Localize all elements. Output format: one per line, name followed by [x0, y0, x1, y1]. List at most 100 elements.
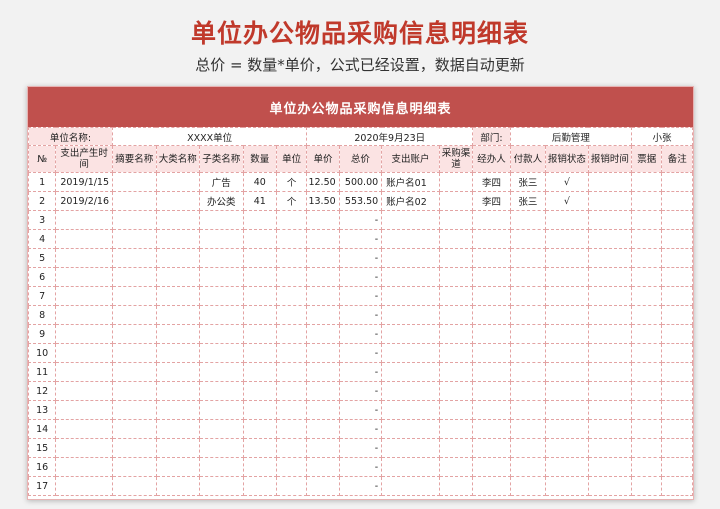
cell-handler[interactable]	[472, 248, 511, 268]
cell-no[interactable]: 2	[28, 191, 57, 211]
cell-channel[interactable]	[438, 248, 474, 268]
cell-remark[interactable]	[661, 438, 693, 458]
cell-channel[interactable]	[438, 172, 474, 192]
cell-qty[interactable]	[242, 343, 277, 363]
cell-summary[interactable]	[112, 476, 157, 496]
cell-channel[interactable]	[438, 229, 474, 249]
cell-remark[interactable]	[661, 457, 693, 477]
cell-account[interactable]	[381, 229, 440, 249]
cell-unit[interactable]	[275, 476, 308, 496]
unit-name-value[interactable]: XXXX单位	[111, 127, 308, 146]
cell-summary[interactable]	[112, 286, 157, 306]
cell-no[interactable]: 6	[28, 267, 57, 287]
cell-receipt[interactable]	[631, 457, 663, 477]
cell-receipt[interactable]	[631, 362, 663, 382]
date-value[interactable]: 2020年9月23日	[306, 127, 474, 146]
cell-remark[interactable]	[661, 362, 693, 382]
cell-total[interactable]: -	[338, 210, 383, 230]
cell-summary[interactable]	[112, 362, 157, 382]
cell-price[interactable]	[306, 305, 340, 325]
cell-total[interactable]: -	[338, 305, 383, 325]
cell-no[interactable]: 10	[28, 343, 57, 363]
cell-no[interactable]: 9	[28, 324, 57, 344]
cell-time[interactable]	[55, 210, 113, 230]
cell-subcategory[interactable]	[199, 248, 244, 268]
cell-remark[interactable]	[661, 400, 693, 420]
cell-receipt[interactable]	[631, 248, 663, 268]
cell-reimb-status[interactable]	[545, 381, 589, 401]
cell-remark[interactable]	[661, 172, 693, 192]
cell-price[interactable]	[306, 210, 340, 230]
cell-payer[interactable]	[509, 305, 547, 325]
cell-no[interactable]: 17	[28, 476, 57, 496]
cell-handler[interactable]	[472, 210, 511, 230]
cell-category[interactable]	[155, 476, 201, 496]
cell-subcategory[interactable]	[199, 286, 244, 306]
cell-price[interactable]	[306, 343, 340, 363]
cell-receipt[interactable]	[631, 305, 663, 325]
cell-subcategory[interactable]	[199, 210, 244, 230]
cell-category[interactable]	[155, 457, 201, 477]
cell-unit[interactable]	[275, 343, 308, 363]
cell-account[interactable]	[381, 343, 440, 363]
cell-reimb-time[interactable]	[587, 229, 633, 249]
cell-reimb-time[interactable]	[587, 457, 633, 477]
cell-reimb-status[interactable]	[545, 343, 589, 363]
cell-channel[interactable]	[438, 476, 474, 496]
cell-remark[interactable]	[661, 419, 693, 439]
cell-payer[interactable]	[509, 476, 547, 496]
cell-remark[interactable]	[661, 229, 693, 249]
cell-no[interactable]: 15	[28, 438, 57, 458]
cell-reimb-status[interactable]	[545, 286, 589, 306]
cell-unit[interactable]	[275, 324, 308, 344]
cell-channel[interactable]	[438, 305, 474, 325]
cell-reimb-status[interactable]	[545, 267, 589, 287]
cell-reimb-time[interactable]	[587, 419, 633, 439]
cell-account[interactable]	[381, 267, 440, 287]
cell-reimb-status[interactable]	[545, 419, 589, 439]
cell-receipt[interactable]	[631, 286, 663, 306]
cell-remark[interactable]	[661, 381, 693, 401]
cell-subcategory[interactable]	[199, 476, 244, 496]
cell-summary[interactable]	[112, 248, 157, 268]
cell-qty[interactable]	[242, 419, 277, 439]
cell-summary[interactable]	[112, 191, 157, 211]
cell-reimb-time[interactable]	[587, 267, 633, 287]
cell-account[interactable]	[381, 457, 440, 477]
cell-price[interactable]	[306, 286, 340, 306]
cell-receipt[interactable]	[631, 324, 663, 344]
cell-unit[interactable]	[275, 362, 308, 382]
cell-no[interactable]: 5	[28, 248, 57, 268]
cell-total[interactable]: -	[338, 362, 383, 382]
cell-reimb-status[interactable]	[545, 362, 589, 382]
cell-time[interactable]: 2019/1/15	[55, 172, 113, 192]
cell-reimb-status[interactable]: √	[545, 172, 589, 192]
cell-unit[interactable]	[275, 400, 308, 420]
cell-reimb-time[interactable]	[587, 343, 633, 363]
cell-remark[interactable]	[661, 210, 693, 230]
cell-category[interactable]	[155, 229, 201, 249]
cell-payer[interactable]	[509, 457, 547, 477]
cell-qty[interactable]	[242, 381, 277, 401]
cell-no[interactable]: 12	[28, 381, 57, 401]
cell-reimb-time[interactable]	[587, 324, 633, 344]
cell-handler[interactable]: 李四	[472, 191, 511, 211]
cell-receipt[interactable]	[631, 381, 663, 401]
cell-channel[interactable]	[438, 286, 474, 306]
cell-category[interactable]	[155, 305, 201, 325]
cell-subcategory[interactable]: 办公类	[199, 191, 244, 211]
cell-unit[interactable]	[275, 248, 308, 268]
cell-category[interactable]	[155, 286, 201, 306]
cell-time[interactable]: 2019/2/16	[55, 191, 113, 211]
cell-time[interactable]	[55, 419, 113, 439]
cell-price[interactable]	[306, 324, 340, 344]
cell-time[interactable]	[55, 381, 113, 401]
cell-payer[interactable]: 张三	[509, 172, 547, 192]
cell-reimb-time[interactable]	[587, 305, 633, 325]
cell-receipt[interactable]	[631, 343, 663, 363]
cell-account[interactable]	[381, 381, 440, 401]
cell-reimb-time[interactable]	[587, 381, 633, 401]
cell-subcategory[interactable]	[199, 457, 244, 477]
cell-unit[interactable]	[275, 419, 308, 439]
cell-time[interactable]	[55, 476, 113, 496]
